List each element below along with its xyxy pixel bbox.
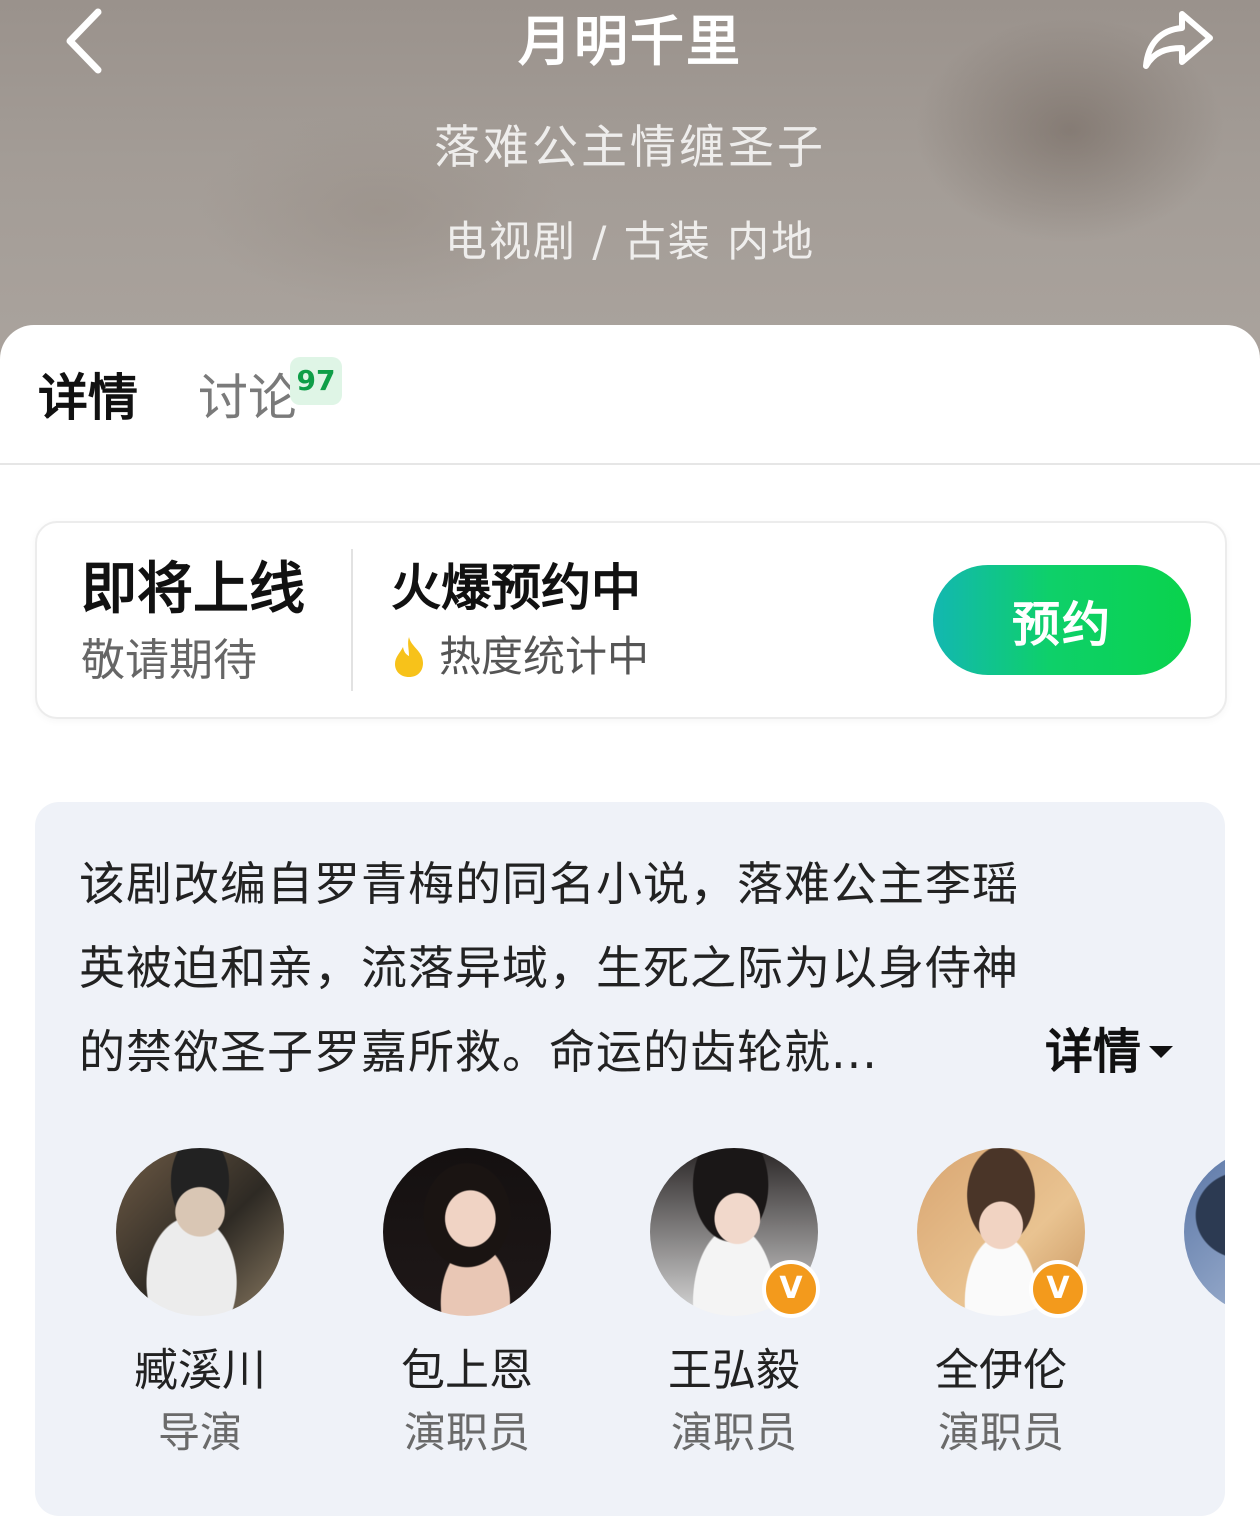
movie-detail-page: 月明千里 落难公主情缠圣子 电视剧 / 古装 内地 详情 讨论 97 即将上线 … (0, 0, 1260, 1532)
release-status: 即将上线 (81, 557, 305, 622)
subtitle: 落难公主情缠圣子 (434, 120, 826, 174)
cast-role: 导演 (157, 1408, 242, 1457)
cast-item[interactable]: V 王弘毅 演职员 (634, 1148, 834, 1462)
cast-role: 演 (1168, 1404, 1225, 1462)
avatar (116, 1148, 284, 1316)
cast-name: 全伊伦 (935, 1345, 1067, 1396)
share-arrow-icon (1143, 11, 1213, 69)
reserve-button[interactable]: 预约 (933, 565, 1191, 675)
verified-v-icon: V (1029, 1260, 1087, 1318)
details-expand-link[interactable]: 详情 (1045, 1010, 1174, 1094)
page-title: 月明千里 (518, 10, 742, 73)
tab-details[interactable]: 详情 (38, 363, 138, 433)
synopsis-line: 的禁欲圣子罗嘉所救。命运的齿轮就... (79, 1025, 878, 1079)
tab-bar: 详情 讨论 97 (0, 325, 1260, 465)
synopsis[interactable]: 该剧改编自罗青梅的同名小说，落难公主李瑶 英被迫和亲，流落异域，生死之际为以身侍… (79, 842, 1139, 1094)
share-button[interactable] (1130, 2, 1226, 78)
heat-status: 热度统计中 (391, 627, 649, 687)
caret-down-icon (1149, 1046, 1174, 1058)
avatar (1184, 1148, 1225, 1316)
discussion-count-badge: 97 (290, 357, 342, 405)
cast-name: 马 (1168, 1342, 1225, 1400)
cast-name: 包上恩 (401, 1345, 533, 1396)
release-status-card: 即将上线 敬请期待 火爆预约中 热度统计中 预约 (35, 521, 1227, 719)
cast-name: 王弘毅 (668, 1345, 800, 1396)
reservation-status: 火爆预约中 (391, 559, 641, 617)
cast-list: 臧溪川 导演 包上恩 演职员 V 王弘毅 演职员 V 全伊伦 演职员 (35, 1148, 1225, 1468)
avatar (383, 1148, 551, 1316)
tab-discussion[interactable]: 讨论 (198, 363, 298, 433)
release-status-sub: 敬请期待 (81, 635, 257, 686)
cast-role: 演职员 (403, 1408, 530, 1457)
info-panel: 该剧改编自罗青梅的同名小说，落难公主李瑶 英被迫和亲，流落异域，生死之际为以身侍… (35, 802, 1225, 1516)
synopsis-line: 该剧改编自罗青梅的同名小说，落难公主李瑶 (79, 857, 1019, 911)
cast-item[interactable]: 包上恩 演职员 (367, 1148, 567, 1462)
genre-meta: 电视剧 / 古装 内地 (444, 217, 816, 266)
cast-name: 臧溪川 (134, 1345, 266, 1396)
cast-role: 演职员 (937, 1408, 1064, 1457)
divider (351, 549, 353, 691)
content-sheet: 详情 讨论 97 即将上线 敬请期待 火爆预约中 热度统计中 预约 该剧改编自罗… (0, 325, 1260, 1532)
flame-icon (395, 637, 423, 677)
hero-header: 月明千里 落难公主情缠圣子 电视剧 / 古装 内地 (0, 0, 1260, 360)
cast-item[interactable]: V 全伊伦 演职员 (901, 1148, 1101, 1462)
cast-role: 演职员 (670, 1408, 797, 1457)
verified-v-icon: V (762, 1260, 820, 1318)
cast-item[interactable]: 臧溪川 导演 (100, 1148, 300, 1462)
heat-status-text: 热度统计中 (439, 632, 650, 681)
details-expand-label: 详情 (1045, 1024, 1142, 1080)
cast-item[interactable]: 马 演 (1168, 1148, 1225, 1462)
synopsis-line: 英被迫和亲，流落异域，生死之际为以身侍神 (79, 941, 1019, 995)
